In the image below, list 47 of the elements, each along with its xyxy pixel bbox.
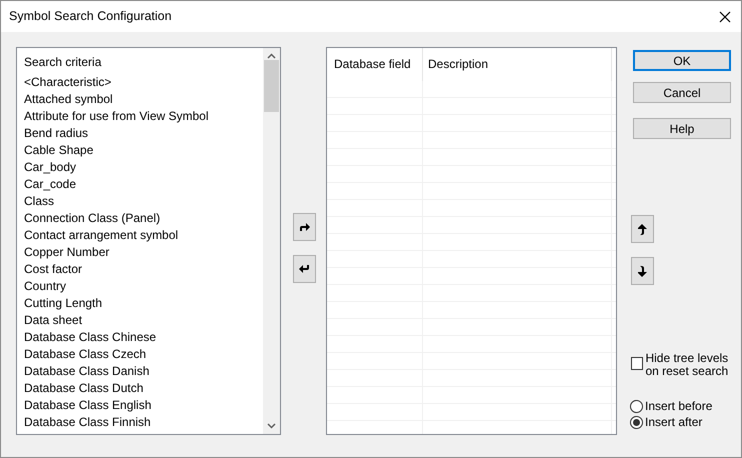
checkbox-label: Hide tree levels on reset search: [645, 352, 730, 378]
down-arrow-icon: [638, 266, 648, 276]
dialog-button[interactable]: OK: [633, 50, 731, 71]
list-item[interactable]: Database Class Dutch: [24, 380, 263, 397]
dialog-button[interactable]: Cancel: [633, 82, 731, 103]
scrollbar[interactable]: [263, 48, 280, 434]
list-item[interactable]: Car_body: [24, 159, 263, 176]
move-down-button[interactable]: [631, 257, 654, 285]
radio-label: Insert after: [645, 414, 702, 431]
list-item[interactable]: <Characteristic>: [24, 74, 263, 91]
list-item[interactable]: Connection Class (Panel): [24, 210, 263, 227]
window-title: Symbol Search Configuration: [9, 8, 172, 26]
list-item[interactable]: Country: [24, 278, 263, 295]
scroll-down-icon[interactable]: [267, 423, 276, 429]
up-arrow-icon: [638, 224, 648, 234]
remove-field-button[interactable]: [293, 255, 316, 283]
column-header[interactable]: Database field: [327, 48, 423, 81]
list-item[interactable]: Bend radius: [24, 125, 263, 142]
list-item[interactable]: Class: [24, 193, 263, 210]
list-item[interactable]: Contact arrangement symbol: [24, 227, 263, 244]
move-up-button[interactable]: [631, 215, 654, 243]
list-header: Search criteria: [24, 54, 102, 71]
list-item[interactable]: Cost factor: [24, 261, 263, 278]
list-item[interactable]: Database Class English: [24, 397, 263, 414]
radio-button[interactable]: [630, 400, 643, 412]
add-field-button[interactable]: [293, 213, 316, 241]
list-item[interactable]: Cutting Length: [24, 295, 263, 312]
list-item[interactable]: Database Class Chinese: [24, 329, 263, 346]
close-icon[interactable]: [719, 10, 731, 22]
curved-right-arrow-icon: [299, 222, 310, 232]
list-item[interactable]: Database Class Finnish: [24, 414, 263, 431]
list-item[interactable]: Copper Number: [24, 244, 263, 261]
list-item[interactable]: Attached symbol: [24, 91, 263, 108]
list-item[interactable]: Database Class Danish: [24, 363, 263, 380]
scroll-up-icon[interactable]: [267, 53, 276, 59]
dialog-button[interactable]: Help: [633, 118, 731, 139]
scrollbar-thumb[interactable]: [264, 60, 279, 112]
curved-left-arrow-icon: [299, 264, 310, 274]
list-item[interactable]: Car_code: [24, 176, 263, 193]
list-item[interactable]: Attribute for use from View Symbol: [24, 108, 263, 125]
radio-label: Insert before: [645, 398, 712, 415]
list-item[interactable]: Cable Shape: [24, 142, 263, 159]
column-header[interactable]: Description: [423, 48, 612, 81]
radio-button[interactable]: [630, 416, 643, 428]
list-item[interactable]: Database Class Czech: [24, 346, 263, 363]
list-item[interactable]: Data sheet: [24, 312, 263, 329]
checkbox[interactable]: [631, 357, 644, 370]
